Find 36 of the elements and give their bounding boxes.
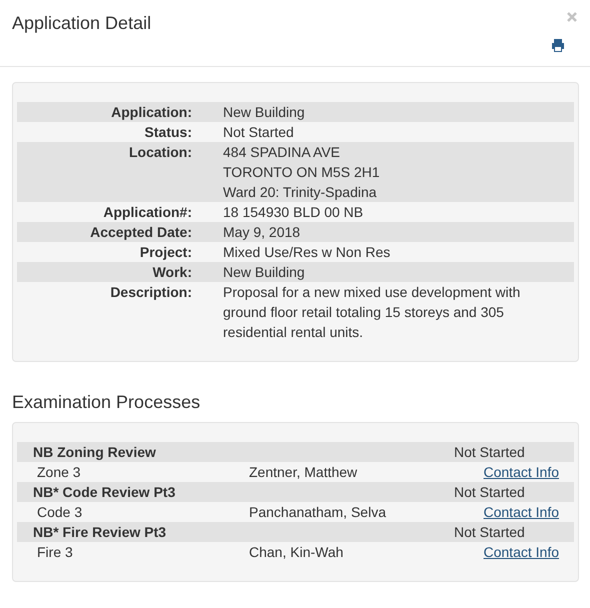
- field-value: Ward 20: Trinity-Spadina: [223, 183, 378, 202]
- process-name: NB Zoning Review: [32, 443, 157, 462]
- field-label: Accepted Date:: [89, 223, 192, 242]
- process-area: Fire 3: [17, 542, 249, 562]
- field-label: Application:: [110, 103, 192, 122]
- field-value: May 9, 2018: [223, 223, 302, 242]
- field-value: Mixed Use/Res w Non Res: [223, 243, 392, 262]
- process-name: NB* Fire Review Pt3: [32, 523, 168, 542]
- field-value: 484 SPADINA AVE: [223, 143, 341, 162]
- field-label: Work:: [152, 263, 192, 282]
- process-area: Code 3: [17, 502, 249, 522]
- field-value: TORONTO ON M5S 2H1: [223, 163, 381, 182]
- field-value: 18 154930 BLD 00 NB: [223, 203, 364, 222]
- examiner-name: Chan, Kin-Wah: [249, 543, 344, 562]
- contact-info-link[interactable]: Contact Info: [484, 542, 559, 562]
- field-label: Description:: [109, 283, 192, 302]
- process-name: NB* Code Review Pt3: [32, 483, 176, 502]
- field-label: Application#:: [102, 203, 192, 222]
- process-status: Not Started: [454, 443, 526, 462]
- field-value: Proposal for a new mixed use development with ground floor retail totaling 15 storeys and 305 residential rental units.: [223, 283, 522, 342]
- contact-info-link[interactable]: Contact Info: [484, 502, 559, 522]
- field-label: Project:: [138, 243, 192, 262]
- field-value: Not Started: [223, 123, 295, 142]
- field-value: New Building: [223, 103, 306, 122]
- process-status: Not Started: [454, 483, 526, 502]
- printer-icon[interactable]: [551, 38, 565, 52]
- examiner-name: Panchanatham, Selva: [249, 503, 387, 522]
- field-label: Location:: [128, 143, 192, 162]
- section-title: Examination Processes: [12, 392, 202, 412]
- dialog-title: Application Detail: [12, 12, 152, 34]
- examiner-name: Zentner, Matthew: [249, 463, 358, 482]
- process-status: Not Started: [454, 523, 526, 542]
- contact-info-link[interactable]: Contact Info: [484, 462, 559, 482]
- field-label: Status:: [144, 123, 192, 142]
- field-value: New Building: [223, 263, 306, 282]
- process-area: Zone 3: [17, 462, 249, 482]
